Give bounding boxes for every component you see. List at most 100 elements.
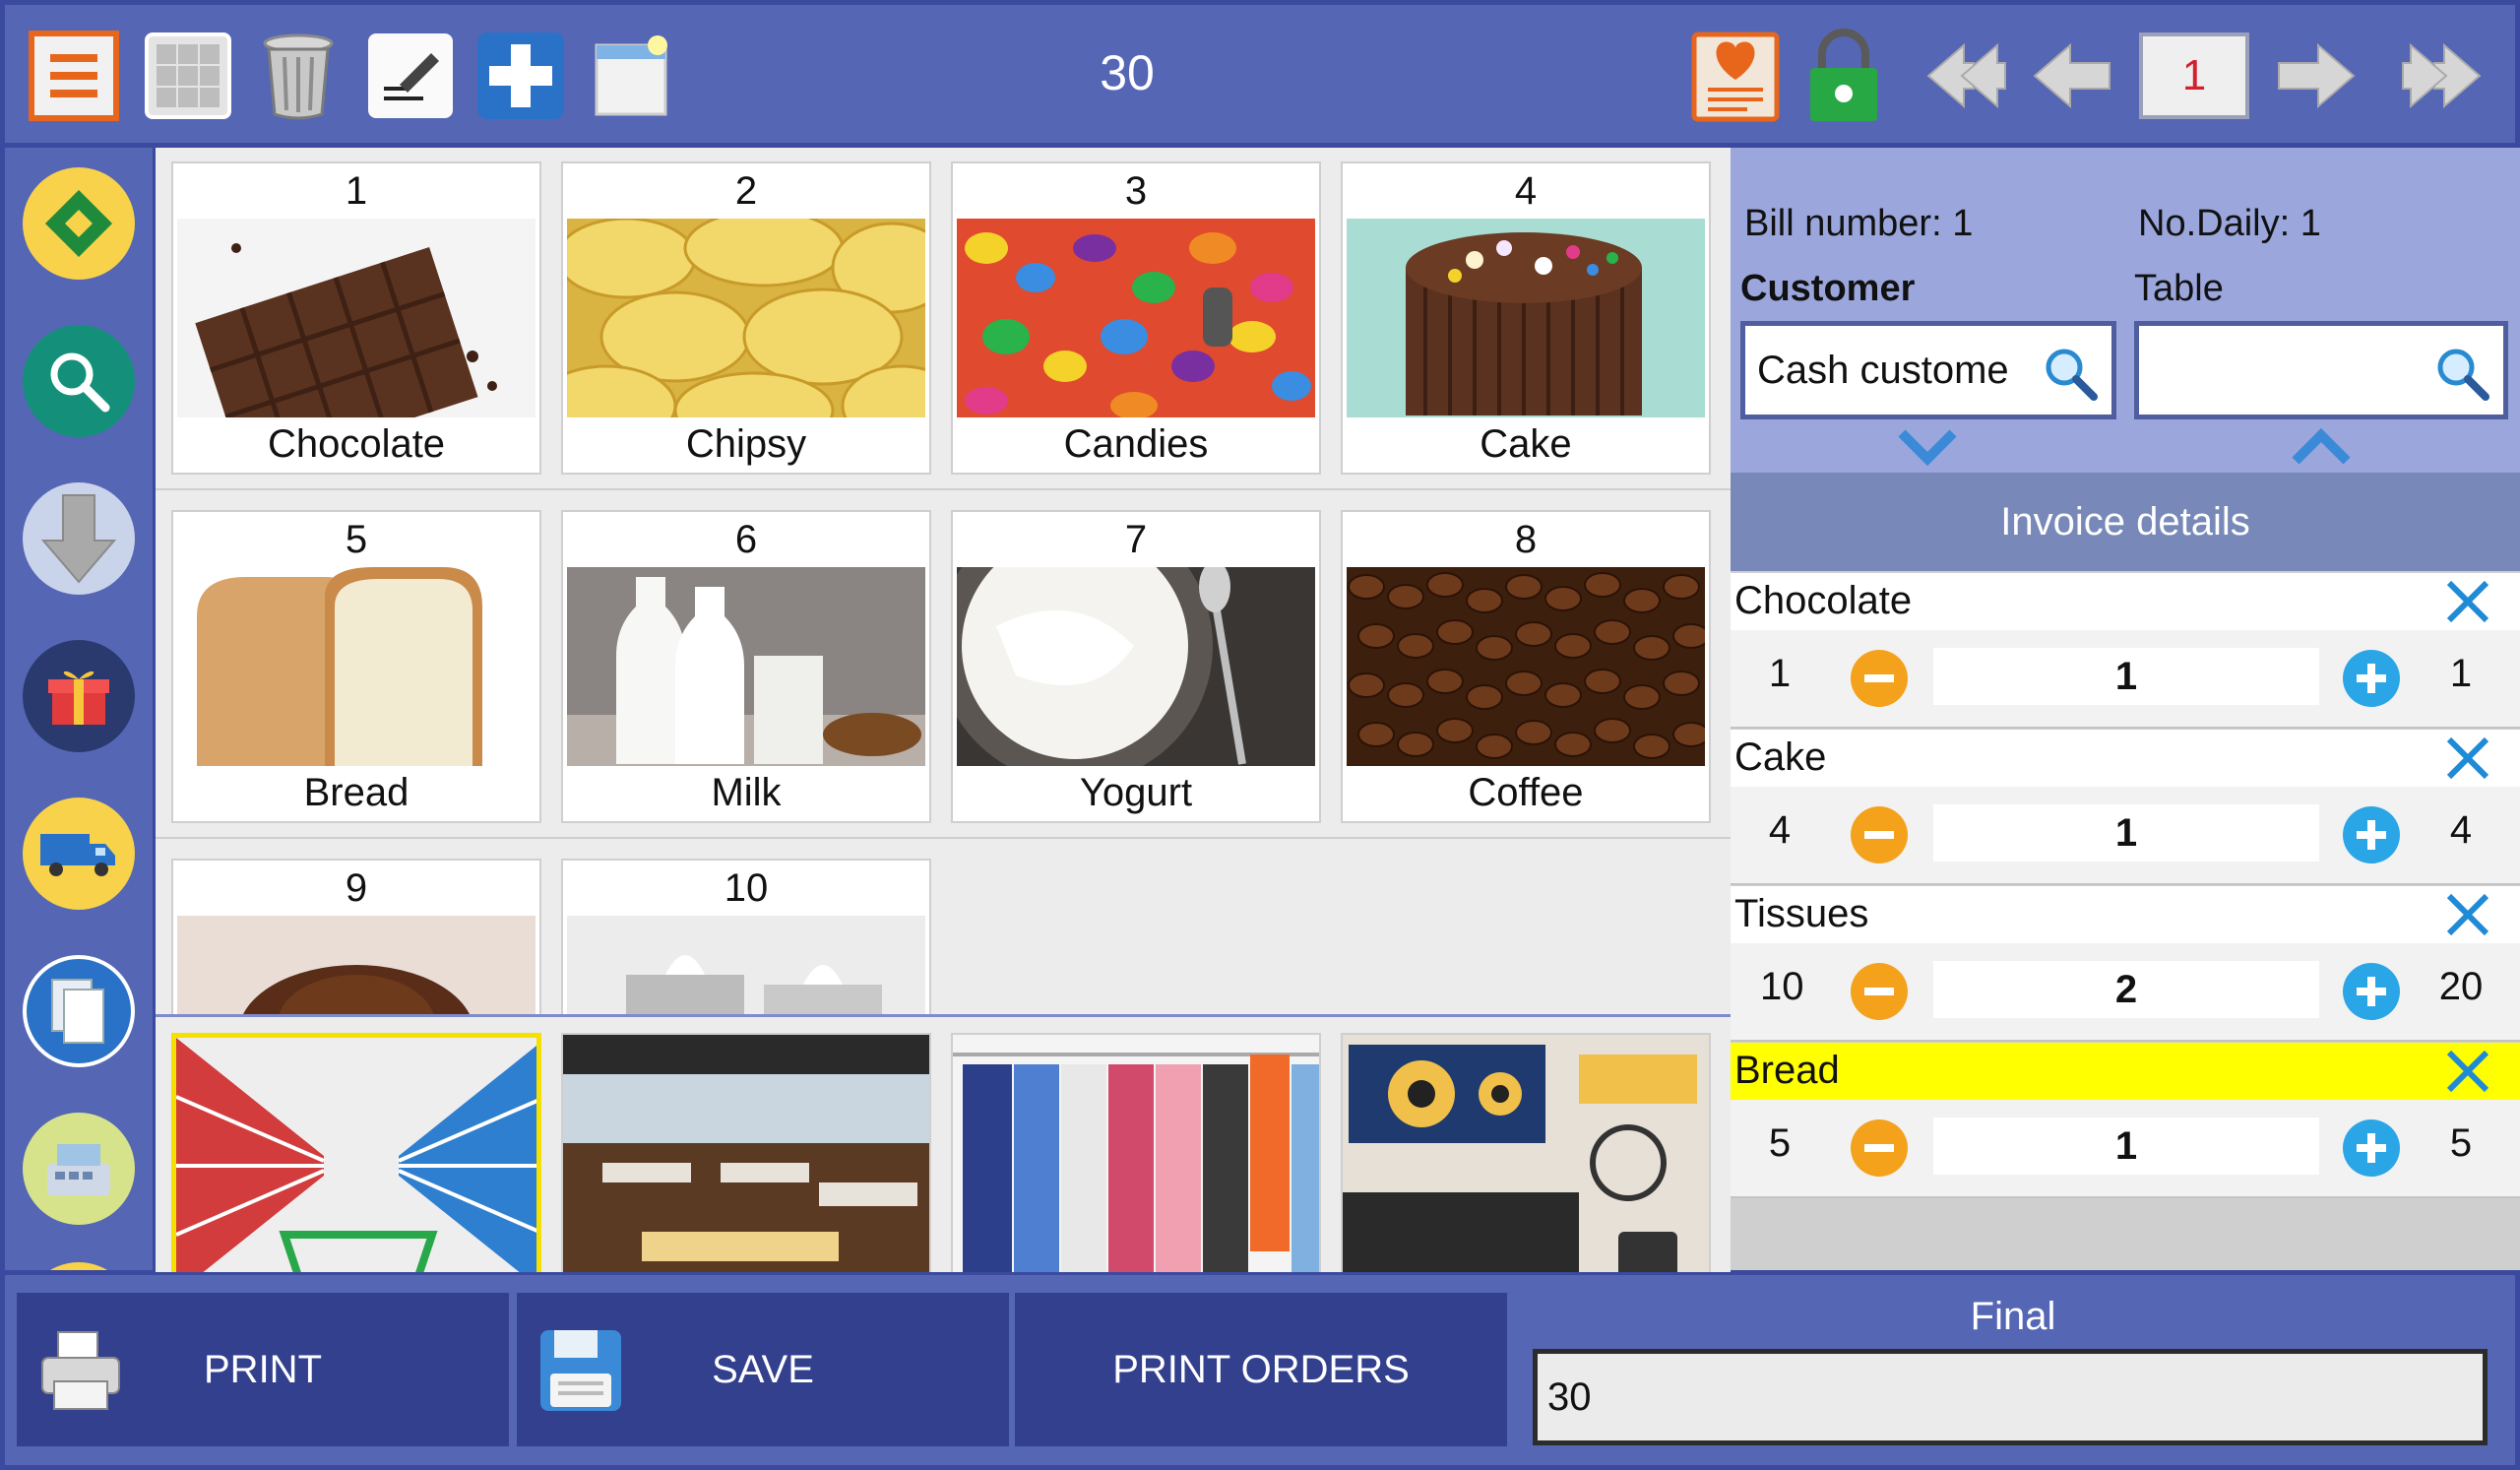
prev-page-icon[interactable]: [2025, 29, 2119, 123]
grid-icon[interactable]: [141, 29, 235, 123]
invoice-item[interactable]: Cake 4 1 4: [1731, 730, 2520, 885]
category-electronics[interactable]: [1341, 1033, 1711, 1272]
increase-qty-button[interactable]: [2343, 650, 2400, 707]
customer-search-icon[interactable]: [2041, 344, 2100, 403]
invoice-item-selected[interactable]: Bread 5 1 5: [1731, 1043, 2520, 1198]
toolbar-total: 30: [1100, 45, 1155, 100]
product-tile-chipsy[interactable]: 2 Chipsy: [561, 161, 931, 475]
category-restaurant[interactable]: [561, 1033, 931, 1272]
row-divider: [156, 837, 1731, 839]
invoice-item-name: Tissues: [1734, 892, 1869, 935]
cash-register-icon[interactable]: [23, 1113, 135, 1225]
decrease-qty-button[interactable]: [1851, 650, 1908, 707]
lock-icon[interactable]: [1796, 29, 1891, 123]
save-disk-icon: [540, 1330, 621, 1411]
plus-icon: [2357, 664, 2386, 693]
invoice-item-code: 4: [1768, 808, 1792, 852]
quantity-field[interactable]: 2: [1933, 961, 2319, 1018]
first-page-icon[interactable]: [1915, 29, 2009, 123]
print-button[interactable]: PRINT: [17, 1293, 509, 1446]
product-tile-coffee[interactable]: 8 Coffee: [1341, 510, 1711, 823]
customer-value: Cash custome: [1757, 348, 2009, 392]
chevron-up-icon[interactable]: [2292, 427, 2351, 467]
increase-qty-button[interactable]: [2343, 1119, 2400, 1177]
print-orders-button[interactable]: PRINT ORDERS: [1015, 1293, 1507, 1446]
add-icon[interactable]: [473, 29, 568, 123]
invoice-item[interactable]: Tissues 10 2 20: [1731, 886, 2520, 1042]
documents-icon[interactable]: [23, 955, 135, 1067]
coffee-image: [1347, 567, 1705, 766]
category-strip: [156, 1014, 1731, 1272]
restaurant-image: [563, 1035, 929, 1272]
yogurt-image: [957, 567, 1315, 766]
invoice-item[interactable]: Chocolate 1 1 1: [1731, 573, 2520, 729]
invoice-item-code: 10: [1760, 965, 1804, 1008]
invoice-item-name: Bread: [1734, 1049, 1840, 1092]
diamond-icon[interactable]: [23, 167, 135, 280]
product-name: Yogurt: [957, 766, 1315, 819]
decrease-qty-button[interactable]: [1851, 1119, 1908, 1177]
table-field[interactable]: [2134, 321, 2508, 419]
row-divider: [156, 488, 1731, 490]
favorite-list-icon[interactable]: [1688, 29, 1783, 123]
decrease-qty-button[interactable]: [1851, 963, 1908, 1020]
minus-icon: [1864, 988, 1894, 995]
last-page-icon[interactable]: [2399, 29, 2493, 123]
save-button[interactable]: SAVE: [517, 1293, 1009, 1446]
table-search-icon[interactable]: [2432, 344, 2491, 403]
quantity-field[interactable]: 1: [1933, 648, 2319, 705]
delivery-truck-icon[interactable]: [23, 798, 135, 910]
product-number: 3: [1124, 169, 1148, 213]
trash-icon[interactable]: [251, 29, 346, 123]
remove-item-icon[interactable]: [2443, 1047, 2492, 1096]
product-tile-cake[interactable]: 4 Cake: [1341, 161, 1711, 475]
product-number: 5: [345, 518, 368, 561]
invoice-item-title: Cake: [1731, 730, 2520, 787]
menu-icon[interactable]: [27, 29, 121, 123]
table-label: Table: [2134, 268, 2224, 309]
download-icon[interactable]: [23, 482, 135, 595]
product-tile-bread[interactable]: 5 Bread: [171, 510, 541, 823]
increase-qty-button[interactable]: [2343, 806, 2400, 863]
search-icon[interactable]: [23, 325, 135, 437]
product-tile-milk[interactable]: 6 Milk: [561, 510, 931, 823]
product-tile-10[interactable]: 10: [561, 859, 931, 1014]
product-tile-9[interactable]: 9: [171, 859, 541, 1014]
product-tile-chocolate[interactable]: 1 Chocolate: [171, 161, 541, 475]
product-tile-candies[interactable]: 3 Candies: [951, 161, 1321, 475]
milk-image: [567, 567, 925, 766]
quantity-field[interactable]: 1: [1933, 1118, 2319, 1175]
category-clothing[interactable]: [951, 1033, 1321, 1272]
customer-field[interactable]: Cash custome: [1740, 321, 2116, 419]
category-supermarket[interactable]: [171, 1033, 541, 1272]
printer-icon: [41, 1331, 120, 1410]
increase-qty-button[interactable]: [2343, 963, 2400, 1020]
invoice-details-header: Invoice details: [1731, 473, 2520, 571]
edit-icon[interactable]: [363, 29, 458, 123]
invoice-item-title: Bread: [1731, 1043, 2520, 1100]
product-name: Bread: [177, 766, 536, 819]
more-icon[interactable]: [23, 1262, 135, 1270]
chevron-down-icon[interactable]: [1898, 427, 1957, 467]
page-number[interactable]: 1: [2139, 32, 2249, 119]
product-tile-yogurt[interactable]: 7 Yogurt: [951, 510, 1321, 823]
left-sidebar: [5, 148, 153, 1270]
electronics-image: [1343, 1035, 1709, 1272]
product-number: 6: [734, 518, 758, 561]
product-name: Chipsy: [567, 417, 925, 471]
remove-item-icon[interactable]: [2443, 890, 2492, 939]
decrease-qty-button[interactable]: [1851, 806, 1908, 863]
next-page-icon[interactable]: [2269, 29, 2363, 123]
quantity-field[interactable]: 1: [1933, 804, 2319, 862]
product-number: 1: [345, 169, 368, 213]
invoice-item-name: Chocolate: [1734, 579, 1913, 622]
window-icon[interactable]: [584, 29, 678, 123]
plus-icon: [2357, 977, 2386, 1006]
product-grid: 1 Chocolate 2 Chipsy 3 Candies 4 Cake 5 …: [156, 148, 1731, 1014]
gift-icon[interactable]: [23, 640, 135, 752]
plus-icon: [2357, 1133, 2386, 1163]
invoice-item-title: Tissues: [1731, 886, 2520, 943]
invoice-item-code: 5: [1768, 1121, 1792, 1165]
remove-item-icon[interactable]: [2443, 734, 2492, 783]
remove-item-icon[interactable]: [2443, 577, 2492, 626]
